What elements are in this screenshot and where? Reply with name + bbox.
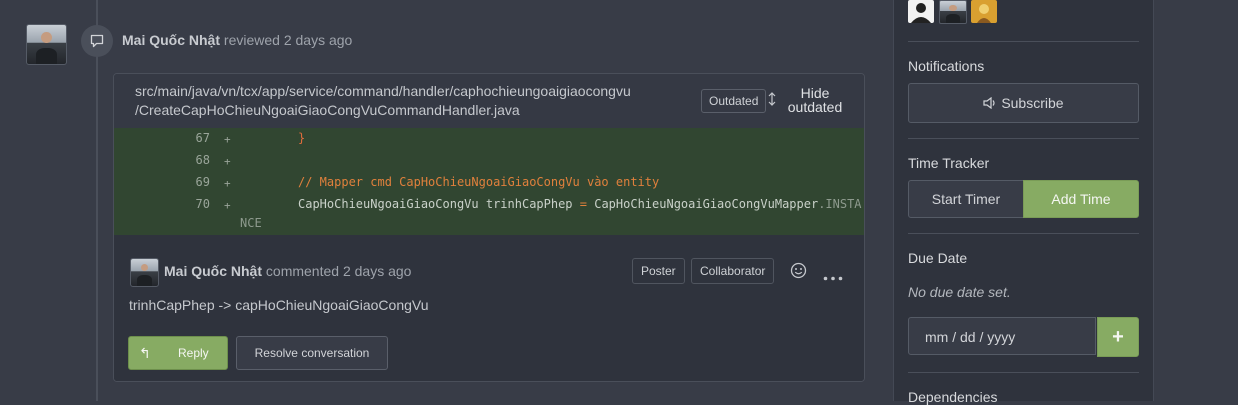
due-date-title: Due Date — [908, 250, 968, 266]
code-segment: CapHoChieuNgoaiGiaoCongVu trinhCapPhep — [298, 197, 580, 211]
diff-marker: + — [224, 155, 231, 168]
subscribe-label: Subscribe — [1001, 95, 1064, 111]
add-time-button[interactable]: Add Time — [1023, 180, 1139, 218]
reply-icon: ↰ — [139, 345, 151, 361]
diff-row: 67 + } — [114, 128, 864, 148]
code-line: } — [298, 131, 306, 145]
issue-sidebar: Notifications Subscribe Time Tracker Sta… — [893, 0, 1154, 405]
file-path-line-2: /CreateCapHoChieuNgoaiGiaoCongVuCommandH… — [135, 102, 520, 118]
outdated-badge: Outdated — [701, 89, 767, 113]
code-line: CapHoChieuNgoaiGiaoCongVu trinhCapPhep =… — [298, 197, 862, 211]
participant-avatar[interactable] — [971, 0, 997, 23]
file-path-line-1: src/main/java/vn/tcx/app/service/command… — [135, 83, 631, 99]
time-tracker-title: Time Tracker — [908, 155, 990, 171]
review-author[interactable]: Mai Quốc Nhật — [122, 32, 220, 48]
sidebar-divider — [908, 41, 1139, 42]
speaker-icon — [983, 95, 1001, 111]
code-operator: = — [579, 197, 587, 211]
hide-outdated-button[interactable]: Hide outdated — [782, 86, 848, 114]
reply-button[interactable]: ↰ Reply — [128, 336, 228, 370]
diff-marker: + — [224, 177, 231, 190]
review-comment-icon — [81, 25, 113, 57]
diff-row: 68 + — [114, 150, 864, 170]
sidebar-divider — [908, 372, 1139, 373]
expand-icon[interactable] — [766, 92, 778, 109]
notifications-title: Notifications — [908, 58, 985, 74]
add-due-date-button[interactable]: + — [1097, 317, 1139, 357]
more-options-icon[interactable] — [823, 268, 843, 284]
collaborator-badge: Collaborator — [691, 258, 775, 284]
participant-avatar[interactable] — [908, 0, 934, 23]
subscribe-button[interactable]: Subscribe — [908, 83, 1139, 123]
sidebar-divider — [908, 138, 1139, 139]
review-header: Mai Quốc Nhật reviewed 2 days ago — [122, 32, 352, 48]
file-path[interactable]: src/main/java/vn/tcx/app/service/command… — [135, 82, 631, 120]
line-number[interactable]: 68 — [174, 153, 210, 167]
reviewer-avatar[interactable] — [26, 24, 67, 65]
diff-marker: + — [224, 133, 231, 146]
diff-row: 69 + // Mapper cmd CapHoChieuNgoaiGiaoCo… — [114, 172, 864, 192]
diff-row: 70 + CapHoChieuNgoaiGiaoCongVu trinhCapP… — [114, 194, 864, 214]
comment-action: commented — [265, 263, 340, 279]
line-number[interactable]: 70 — [174, 197, 210, 211]
no-due-date-text: No due date set. — [908, 284, 1011, 300]
reply-label: Reply — [178, 346, 209, 360]
comment: Mai Quốc Nhật commented 2 days ago Poste… — [114, 235, 864, 381]
review-action: reviewed — [223, 32, 280, 48]
diff-block: 67 + } 68 + 69 + // Mapper cmd CapHoChie… — [114, 128, 864, 235]
hide-outdated-line-1: Hide — [800, 85, 830, 101]
comment-time[interactable]: 2 days ago — [343, 263, 412, 279]
participant-avatar[interactable] — [939, 0, 967, 24]
review-code-box: src/main/java/vn/tcx/app/service/command… — [113, 73, 865, 382]
code-wrap-text: NCE — [240, 216, 262, 230]
comment-body: trinhCapPhep -> capHoChieuNgoaiGiaoCongV… — [129, 297, 429, 313]
dependencies-title: Dependencies — [908, 389, 998, 405]
commenter-avatar[interactable] — [130, 258, 159, 287]
poster-badge: Poster — [632, 258, 685, 284]
timeline-line — [96, 0, 98, 401]
hide-outdated-line-2: outdated — [787, 99, 843, 115]
code-line: // Mapper cmd CapHoChieuNgoaiGiaoCongVu … — [298, 175, 660, 189]
review-time[interactable]: 2 days ago — [284, 32, 353, 48]
resolve-conversation-button[interactable]: Resolve conversation — [236, 336, 388, 370]
comment-author[interactable]: Mai Quốc Nhật — [164, 263, 262, 279]
code-segment: CapHoChieuNgoaiGiaoCongVuMapper — [587, 197, 819, 211]
reaction-icon[interactable] — [790, 262, 807, 282]
diff-marker: + — [224, 199, 231, 212]
line-number[interactable]: 69 — [174, 175, 210, 189]
comment-header: Mai Quốc Nhật commented 2 days ago — [164, 263, 411, 279]
due-date-input[interactable]: mm / dd / yyyy — [908, 317, 1096, 355]
code-segment: .INSTA — [818, 197, 862, 211]
file-header: src/main/java/vn/tcx/app/service/command… — [114, 74, 864, 129]
sidebar-divider — [908, 233, 1139, 234]
line-number[interactable]: 67 — [174, 131, 210, 145]
start-timer-button[interactable]: Start Timer — [908, 180, 1024, 218]
